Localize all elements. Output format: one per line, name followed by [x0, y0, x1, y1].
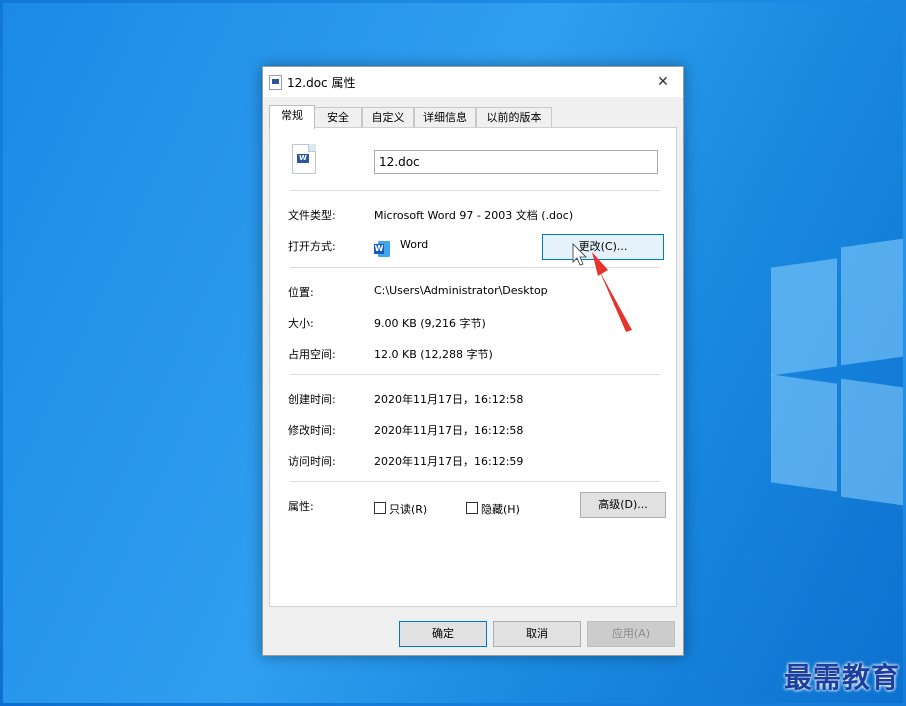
modified-label: 修改时间: [288, 424, 336, 437]
separator [290, 267, 660, 268]
checkbox-box[interactable] [466, 502, 478, 514]
checkbox-box[interactable] [374, 502, 386, 514]
general-tab-panel: W 12.doc 文件类型: Microsoft Word 97 - 2003 … [269, 127, 677, 607]
advanced-button[interactable]: 高级(D)... [580, 492, 666, 518]
accessed-label: 访问时间: [288, 455, 336, 468]
word-document-icon: W [292, 144, 316, 174]
title-bar[interactable]: 12.doc 属性 ✕ [263, 67, 683, 97]
opens-with-label: 打开方式: [288, 240, 336, 253]
attributes-label: 属性: [288, 500, 314, 513]
apply-button[interactable]: 应用(A) [587, 621, 675, 647]
tab-custom[interactable]: 自定义 [362, 107, 414, 128]
created-label: 创建时间: [288, 393, 336, 406]
separator [290, 190, 660, 191]
close-button[interactable]: ✕ [643, 67, 683, 97]
tab-general[interactable]: 常规 [269, 105, 315, 129]
hidden-label: 隐藏(H) [481, 503, 520, 516]
readonly-checkbox[interactable]: 只读(R) [374, 501, 427, 517]
separator [290, 374, 660, 375]
created-value: 2020年11月17日，16:12:58 [374, 393, 524, 406]
properties-dialog: 12.doc 属性 ✕ 常规 安全 自定义 详细信息 以前的版本 W 12.do… [262, 66, 684, 656]
size-label: 大小: [288, 317, 314, 330]
windows-logo-pane-bottom-left [771, 374, 837, 492]
size-on-disk-value: 12.0 KB (12,288 字节) [374, 348, 493, 361]
tab-details[interactable]: 详细信息 [414, 107, 476, 128]
size-value: 9.00 KB (9,216 字节) [374, 317, 486, 330]
dialog-title: 12.doc 属性 [287, 76, 356, 90]
cancel-button[interactable]: 取消 [493, 621, 581, 647]
file-type-label: 文件类型: [288, 209, 336, 222]
modified-value: 2020年11月17日，16:12:58 [374, 424, 524, 437]
windows-logo-pane-top-right [841, 238, 903, 366]
document-icon [269, 75, 282, 90]
separator [290, 481, 660, 482]
watermark-logo: 最需教育 [783, 661, 900, 694]
ok-button[interactable]: 确定 [399, 621, 487, 647]
tab-security[interactable]: 安全 [314, 107, 362, 128]
readonly-label: 只读(R) [389, 503, 428, 516]
file-name-input[interactable]: 12.doc [374, 150, 658, 174]
location-label: 位置: [288, 286, 314, 299]
change-button[interactable]: 更改(C)... [542, 234, 664, 260]
windows-logo-pane-top-left [771, 258, 837, 376]
windows-logo-pane-bottom-right [841, 378, 903, 506]
word-app-icon: W [374, 241, 390, 257]
size-on-disk-label: 占用空间: [288, 348, 336, 361]
accessed-value: 2020年11月17日，16:12:59 [374, 455, 524, 468]
file-type-value: Microsoft Word 97 - 2003 文档 (.doc) [374, 209, 574, 222]
tab-previous-versions[interactable]: 以前的版本 [476, 107, 552, 128]
hidden-checkbox[interactable]: 隐藏(H) [466, 501, 520, 517]
location-value: C:\Users\Administrator\Desktop [374, 284, 548, 297]
opens-with-value: Word [400, 238, 429, 251]
